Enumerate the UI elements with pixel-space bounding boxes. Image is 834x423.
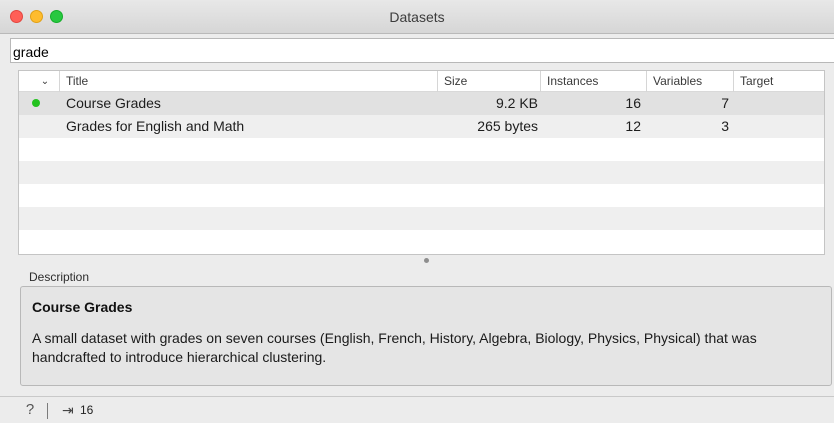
row-title: Grades for English and Math <box>66 118 245 134</box>
row-variables: 7 <box>721 95 729 111</box>
empty-row <box>19 138 824 161</box>
column-header-instances[interactable]: Instances <box>540 71 646 92</box>
row-size: 9.2 KB <box>495 95 538 111</box>
column-header-size[interactable]: Size <box>437 71 540 92</box>
column-sort-chevron-down-icon[interactable]: ⌄ <box>19 71 59 92</box>
column-header-target[interactable]: Target <box>733 71 824 92</box>
row-instances: 12 <box>625 118 641 134</box>
row-variables: 3 <box>721 118 729 134</box>
row-size: 265 bytes <box>477 118 538 134</box>
description-panel: Course Grades A small dataset with grade… <box>20 286 832 386</box>
description-text: A small dataset with grades on seven cou… <box>32 330 757 365</box>
splitter-handle[interactable] <box>424 258 429 263</box>
table-header: ⌄ Title Size Instances Variables Target <box>19 71 824 92</box>
status-separator <box>47 403 48 419</box>
status-dot-icon <box>32 99 40 107</box>
row-title: Course Grades <box>66 95 161 111</box>
output-count: 16 <box>80 403 94 417</box>
empty-row <box>19 207 824 230</box>
filter-input[interactable] <box>10 38 834 63</box>
output-icon: ⇥ <box>62 402 74 418</box>
datasets-table: ⌄ Title Size Instances Variables Target … <box>18 70 825 255</box>
description-title: Course Grades <box>32 299 133 315</box>
table-row[interactable]: Course Grades 9.2 KB 16 7 <box>19 92 824 115</box>
title-bar: Datasets <box>0 0 834 34</box>
empty-row <box>19 184 824 207</box>
row-instances: 16 <box>625 95 641 111</box>
column-header-variables[interactable]: Variables <box>646 71 733 92</box>
description-label: Description <box>29 270 90 284</box>
empty-row <box>19 161 824 184</box>
empty-row <box>19 230 824 253</box>
column-header-title[interactable]: Title <box>59 71 437 92</box>
status-bar: ? ⇥ 16 <box>0 396 834 423</box>
table-row[interactable]: Grades for English and Math 265 bytes 12… <box>19 115 824 138</box>
window-title: Datasets <box>389 9 445 25</box>
question-icon[interactable]: ? <box>22 401 38 419</box>
